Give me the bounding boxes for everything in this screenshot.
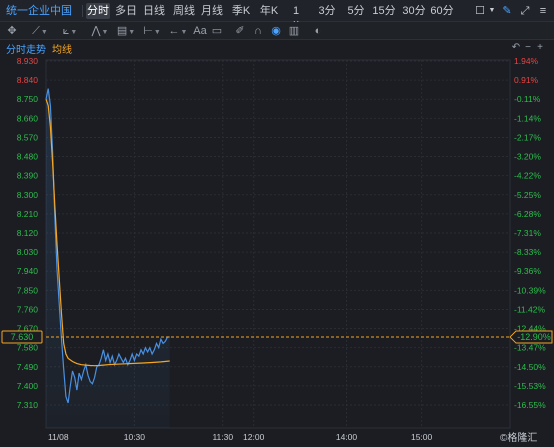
y-tick-right: -11.42% (514, 304, 545, 314)
y-tick-right: -8.33% (514, 247, 541, 257)
intraday-chart[interactable]: 8.930 1.94% 8.840 0.91% 8.750 -0.11% 8.660 -1.1… (0, 0, 554, 447)
current-price-marker: 7.630 -12.90% (1, 330, 553, 344)
y-tick-right: -2.17% (514, 132, 541, 142)
y-tick-right: -7.31% (514, 228, 541, 238)
x-tick: 12:00 (243, 432, 265, 442)
x-tick: 10:30 (124, 432, 146, 442)
y-tick-left: 7.760 (17, 304, 39, 314)
y-tick-right: -9.36% (514, 266, 541, 276)
y-tick-right: 1.94% (514, 56, 539, 66)
y-tick-left: 8.120 (17, 228, 39, 238)
y-tick-right: -14.50% (514, 362, 546, 372)
y-tick-left: 7.940 (17, 266, 39, 276)
y-tick-right: -15.53% (514, 381, 546, 391)
y-tick-right: -5.25% (514, 190, 541, 200)
y-tick-left: 8.750 (17, 94, 39, 104)
y-tick-left: 7.400 (17, 381, 39, 391)
current-pct-label: -12.90% (517, 332, 551, 342)
y-tick-right: -16.55% (514, 400, 546, 410)
y-tick-right: -1.14% (514, 113, 541, 123)
x-axis-ticks: 11/08 10:30 11:30 12:00 14:00 15:00 (48, 432, 433, 442)
y-tick-left: 8.840 (17, 75, 39, 85)
y-tick-left: 8.030 (17, 247, 39, 257)
y-tick-right: -6.28% (514, 209, 541, 219)
y-tick-right: -4.22% (514, 171, 541, 181)
watermark: ©格隆汇 (500, 431, 537, 444)
y-tick-left: 8.570 (17, 132, 39, 142)
avg-line-series (45, 99, 170, 367)
y-tick-left: 7.850 (17, 285, 39, 295)
current-price-label: 7.630 (11, 332, 34, 342)
y-tick-right: -0.11% (514, 94, 541, 104)
y-tick-left: 8.930 (17, 56, 39, 66)
x-tick: 15:00 (411, 432, 433, 442)
y-tick-left: 8.480 (17, 152, 39, 162)
y-tick-left: 7.310 (17, 400, 39, 410)
y-tick-right: 0.91% (514, 75, 539, 85)
x-tick: 11/08 (48, 432, 69, 442)
y-tick-right: -3.20% (514, 152, 541, 162)
y-tick-left: 7.580 (17, 343, 39, 353)
y-tick-left: 8.390 (17, 171, 39, 181)
x-tick: 11:30 (212, 432, 233, 442)
y-tick-right: -10.39% (514, 285, 546, 295)
y-tick-left: 7.490 (17, 362, 39, 372)
y-tick-right: -13.47% (514, 343, 546, 353)
x-tick: 14:00 (336, 432, 358, 442)
y-tick-left: 8.210 (17, 209, 39, 219)
y-tick-left: 8.300 (17, 190, 39, 200)
y-tick-left: 8.660 (17, 113, 39, 123)
